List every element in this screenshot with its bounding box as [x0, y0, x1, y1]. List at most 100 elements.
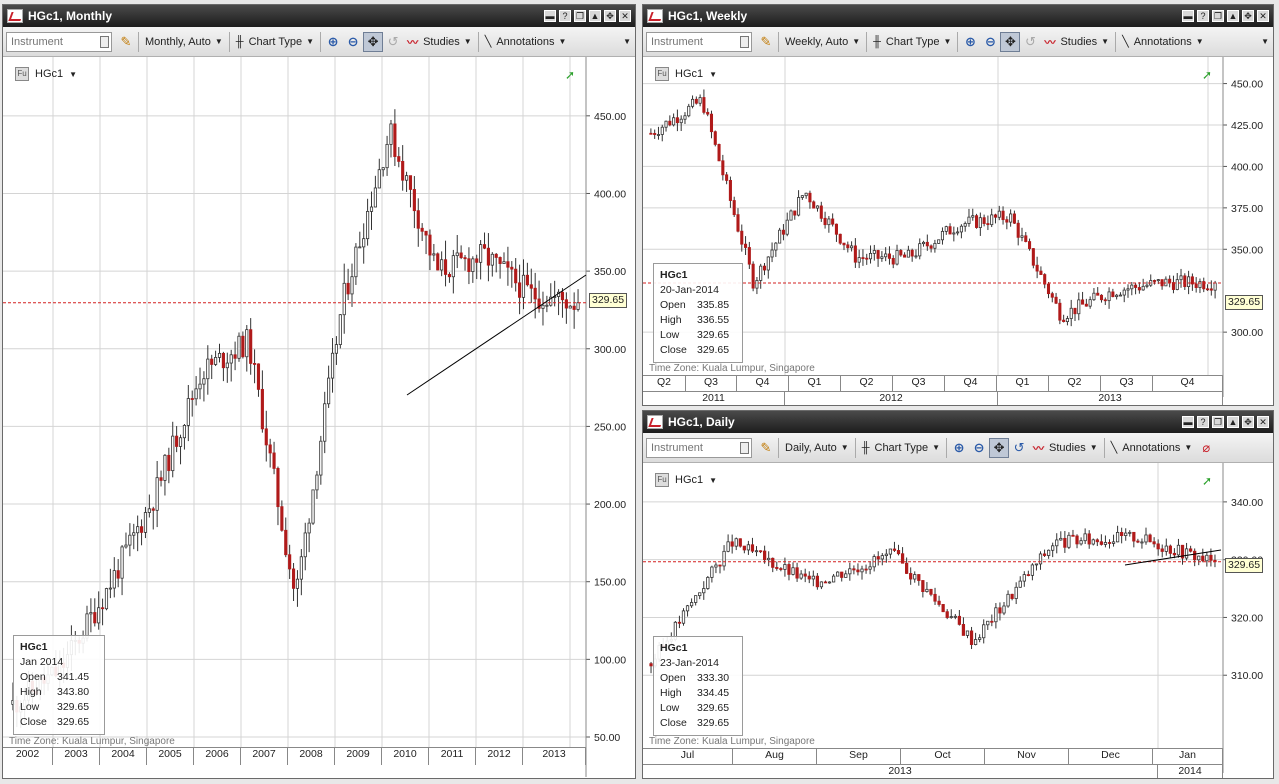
daily-titlebar[interactable]: HGc1, Daily ▬ ? ❐ ▲ ✥ ✕: [643, 411, 1273, 433]
zoom-in-icon[interactable]: ⊕: [960, 32, 980, 52]
candle-body: [521, 274, 526, 298]
candle-body: [892, 548, 897, 551]
close-icon[interactable]: ✕: [1257, 416, 1269, 428]
maximize-icon[interactable]: ✥: [604, 10, 616, 22]
restore-icon[interactable]: ❐: [1212, 10, 1224, 22]
symbol-label: HGc1: [35, 68, 64, 80]
x-axis-label: Dec: [1069, 749, 1153, 764]
help-icon[interactable]: ?: [559, 10, 571, 22]
zoom-in-icon[interactable]: ⊕: [323, 32, 343, 52]
chart-type-dropdown[interactable]: ╫ Chart Type ▼: [232, 31, 318, 53]
help-icon[interactable]: ?: [1197, 416, 1209, 428]
candle-body: [1091, 539, 1095, 545]
separator: [778, 437, 779, 458]
toolbar-overflow-button[interactable]: ▼: [619, 31, 635, 53]
studies-icon: 〰: [1033, 442, 1045, 455]
zoom-out-icon[interactable]: ⊖: [969, 438, 989, 458]
candle-body: [884, 253, 888, 258]
collapse-icon[interactable]: ▲: [589, 10, 601, 22]
symbol-selector[interactable]: Fu HGc1 ▼: [655, 67, 717, 81]
zoom-in-icon[interactable]: ⊕: [949, 438, 969, 458]
magic-wand-icon[interactable]: ✎: [116, 32, 136, 52]
weekly-titlebar[interactable]: HGc1, Weekly ▬ ? ❐ ▲ ✥ ✕: [643, 5, 1273, 27]
candle-body: [1022, 574, 1026, 582]
minimize-icon[interactable]: ▬: [1182, 10, 1194, 22]
y-tick-label: 340.00: [1231, 497, 1263, 509]
magic-wand-icon[interactable]: ✎: [756, 32, 776, 52]
instrument-input[interactable]: [647, 438, 737, 457]
studies-dropdown[interactable]: 〰 Studies ▼: [1040, 31, 1113, 53]
eraser-icon[interactable]: ⌀: [1196, 438, 1216, 458]
restore-icon[interactable]: ❐: [574, 10, 586, 22]
close-icon[interactable]: ✕: [1257, 10, 1269, 22]
studies-dropdown[interactable]: 〰 Studies ▼: [403, 31, 476, 53]
restore-icon[interactable]: ❐: [1212, 416, 1224, 428]
collapse-icon[interactable]: ▲: [1227, 10, 1239, 22]
candle-body: [973, 639, 978, 645]
zoom-out-icon[interactable]: ⊖: [980, 32, 1000, 52]
pan-icon[interactable]: ✥: [1000, 31, 1021, 52]
candle-body: [681, 610, 686, 624]
symbol-selector[interactable]: Fu HGc1 ▼: [655, 473, 717, 487]
instrument-input[interactable]: [7, 32, 97, 51]
candle-body: [1046, 283, 1051, 295]
maximize-icon[interactable]: ✥: [1242, 10, 1254, 22]
candle-body: [502, 261, 506, 264]
help-icon[interactable]: ?: [1197, 10, 1209, 22]
instrument-field[interactable]: [6, 31, 112, 52]
candle-body: [899, 250, 903, 256]
magic-wand-icon[interactable]: ✎: [756, 438, 776, 458]
candle-body: [872, 250, 876, 254]
candle-body: [975, 215, 979, 228]
undo-icon[interactable]: ↺: [1009, 438, 1029, 458]
candle-body: [385, 144, 389, 169]
close-icon[interactable]: ✕: [619, 10, 631, 22]
annotations-dropdown[interactable]: ╲ Annotations ▼: [1107, 437, 1197, 459]
trend-arrow-icon[interactable]: ➚: [1202, 474, 1216, 488]
candle-body: [823, 217, 827, 226]
monthly-titlebar[interactable]: HGc1, Monthly ▬ ? ❐ ▲ ✥ ✕: [3, 5, 635, 27]
book-icon[interactable]: [100, 35, 109, 48]
maximize-icon[interactable]: ✥: [1242, 416, 1254, 428]
annotations-dropdown[interactable]: ╲ Annotations ▼: [1118, 31, 1208, 53]
collapse-icon[interactable]: ▲: [1227, 416, 1239, 428]
candle-body: [518, 282, 522, 298]
undo-icon[interactable]: ↺: [1020, 32, 1040, 52]
annotations-dropdown[interactable]: ╲ Annotations ▼: [481, 31, 571, 53]
interval-dropdown[interactable]: Monthly, Auto ▼: [141, 31, 227, 53]
symbol-selector[interactable]: Fu HGc1 ▼: [15, 67, 77, 81]
minimize-icon[interactable]: ▬: [1182, 416, 1194, 428]
candle-body: [698, 97, 702, 104]
trend-arrow-icon[interactable]: ➚: [565, 68, 579, 82]
x-axis-label: 2008: [288, 748, 335, 765]
candle-body: [498, 257, 502, 264]
instrument-field[interactable]: [646, 31, 752, 52]
zoom-out-icon[interactable]: ⊖: [343, 32, 363, 52]
studies-dropdown[interactable]: 〰 Studies ▼: [1029, 437, 1102, 459]
interval-dropdown[interactable]: Daily, Auto ▼: [781, 437, 853, 459]
book-icon[interactable]: [740, 35, 749, 48]
candle-body: [803, 573, 807, 577]
pan-icon[interactable]: ✥: [989, 437, 1010, 458]
trend-arrow-icon[interactable]: ➚: [1202, 68, 1216, 82]
undo-icon[interactable]: ↺: [383, 32, 403, 52]
interval-dropdown[interactable]: Weekly, Auto ▼: [781, 31, 864, 53]
timezone-label: Time Zone: Kuala Lumpur, Singapore: [649, 736, 815, 747]
candle-body: [887, 253, 891, 259]
candle-body: [775, 566, 779, 569]
toolbar-overflow-button[interactable]: ▼: [1257, 31, 1273, 53]
chart-type-dropdown[interactable]: ╫ Chart Type ▼: [869, 31, 955, 53]
ohlc-info-box: HGc1 Jan 2014 Open 341.45 High 343.80 Low 3…: [13, 635, 105, 735]
chevron-down-icon: ▼: [1089, 443, 1098, 452]
minimize-icon[interactable]: ▬: [544, 10, 556, 22]
candle-body: [800, 195, 804, 198]
interval-label: Monthly, Auto: [145, 35, 211, 48]
candle-body: [956, 231, 960, 234]
trendline-annotation: [406, 274, 587, 396]
info-low-row: Low 329.65: [20, 700, 98, 715]
chart-type-dropdown[interactable]: ╫ Chart Type ▼: [858, 437, 944, 459]
pan-icon[interactable]: ✥: [363, 31, 384, 52]
book-icon[interactable]: [740, 441, 749, 454]
instrument-input[interactable]: [647, 32, 737, 51]
instrument-field[interactable]: [646, 437, 752, 458]
